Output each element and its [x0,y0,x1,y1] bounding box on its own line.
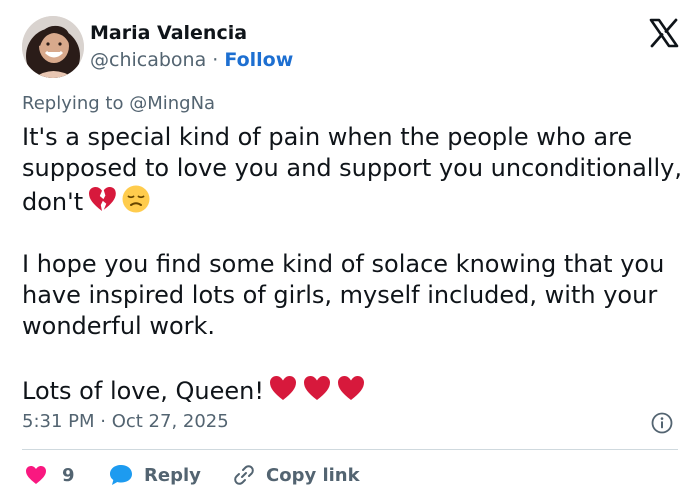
tweet-paragraph: I hope you find some kind of solace know… [22,249,682,342]
tweet-paragraph: It's a special kind of pain when the peo… [22,122,682,218]
replying-prefix: Replying to [22,93,124,114]
copy-link-button[interactable]: Copy link [232,460,360,490]
red-heart-icon [269,376,296,400]
separator-dot: · [212,49,219,71]
like-button[interactable]: 9 [24,460,75,490]
tweet-timestamp[interactable]: 5:31 PM · Oct 27, 2025 [22,411,229,432]
like-count: 9 [62,464,75,486]
red-heart-icon [337,376,364,400]
x-logo-icon[interactable] [649,18,679,48]
info-icon[interactable] [651,412,673,434]
author-display-name[interactable]: Maria Valencia [90,21,293,45]
tweet-body: It's a special kind of pain when the peo… [22,122,682,407]
tweet-header: Maria Valencia @chicabona · Follow [22,15,682,79]
heart-icon [26,466,46,484]
avatar[interactable] [22,16,84,78]
tweet-paragraph-2: I hope you find some kind of solace know… [22,250,665,340]
author-handle-row: @chicabona · Follow [90,47,293,73]
follow-button[interactable]: Follow [224,49,293,71]
tweet-paragraph: Lots of love, Queen! [22,373,682,407]
reply-bubble-icon [110,465,132,485]
disappointed-face-icon [122,185,150,213]
replying-to-line: Replying to @MingNa [22,93,215,114]
broken-heart-icon [89,187,116,211]
reply-label: Reply [144,464,201,486]
tweet-paragraph-3: Lots of love, Queen! [22,377,264,405]
red-heart-icon [303,376,330,400]
action-bar: 9 Reply Copy link [22,460,682,490]
author-handle[interactable]: @chicabona [90,49,206,71]
copy-link-label: Copy link [266,464,360,486]
replying-mention[interactable]: @MingNa [129,93,215,114]
reply-button[interactable]: Reply [108,460,201,490]
link-icon [234,465,254,485]
divider [22,449,678,450]
